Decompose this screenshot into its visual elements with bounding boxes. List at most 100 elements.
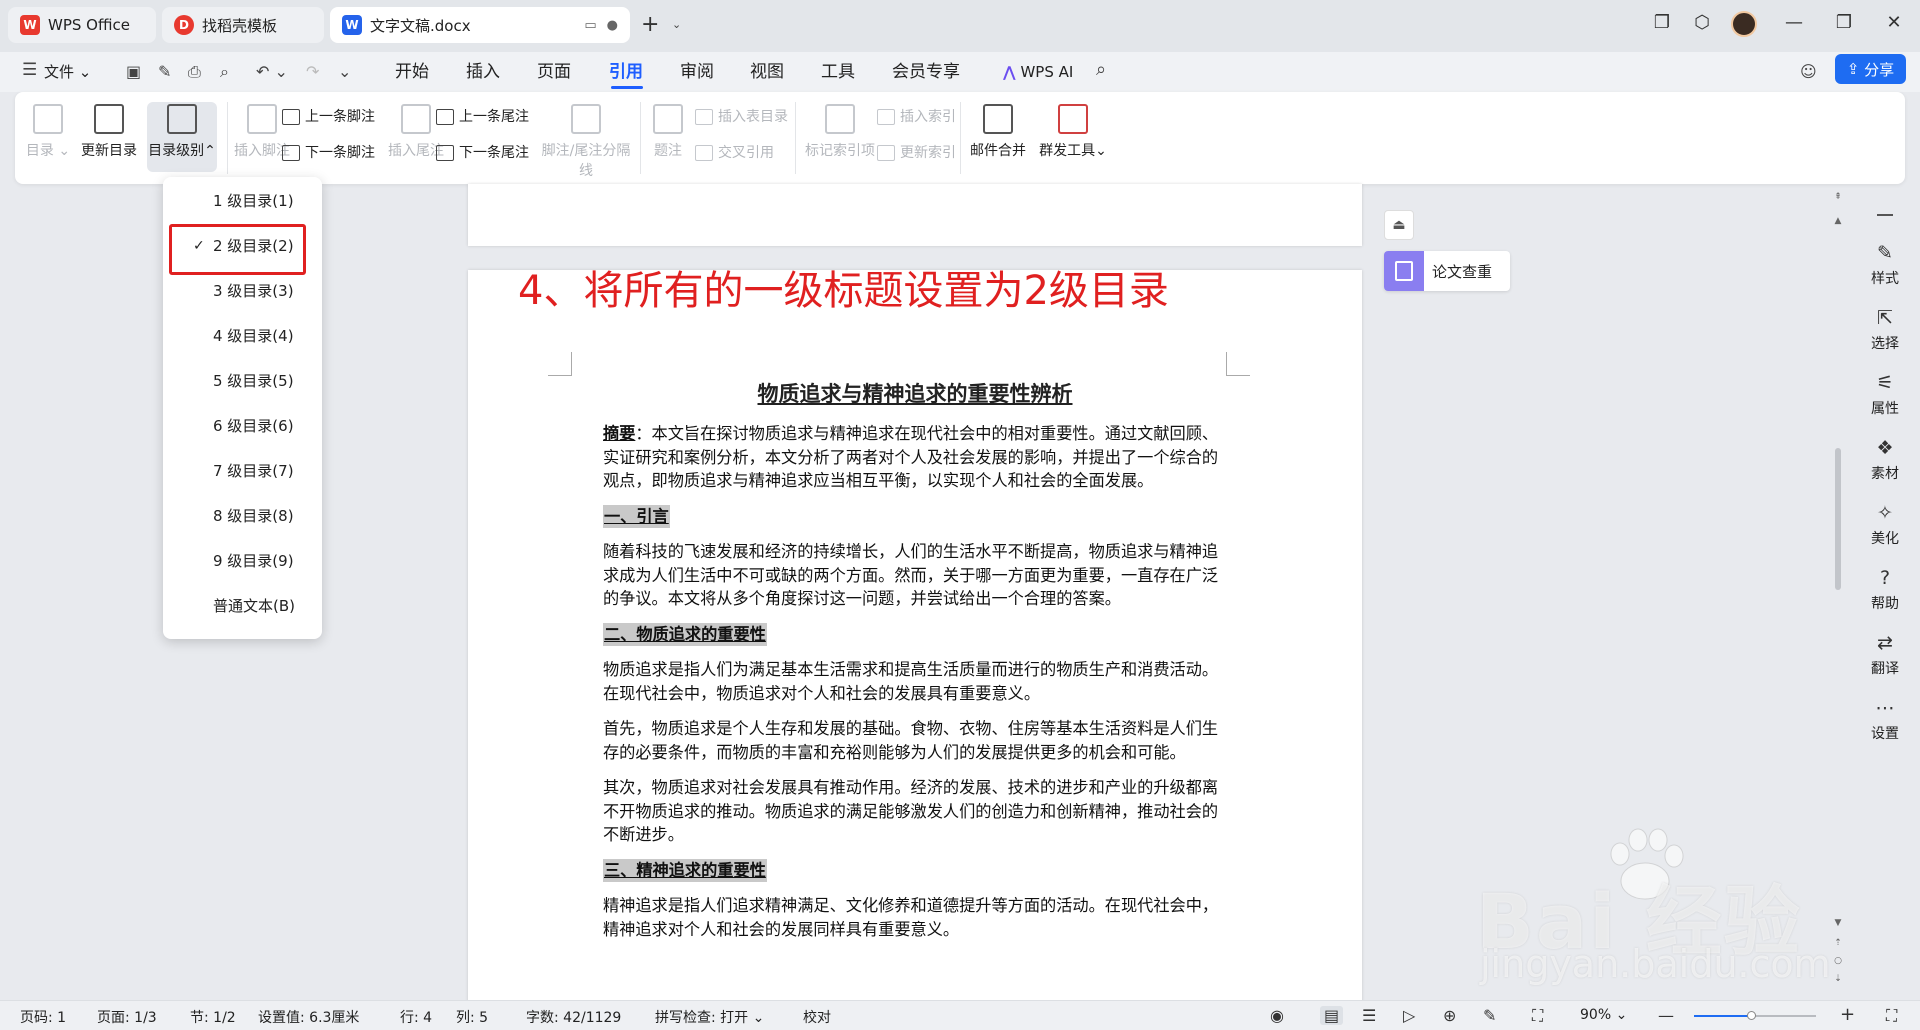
heading-3[interactable]: 三、精神追求的重要性 xyxy=(603,858,767,882)
bulk-tools-button[interactable]: 群发工具⌄ xyxy=(1035,102,1111,172)
search-icon[interactable]: ⌕ xyxy=(1096,59,1106,80)
status-page-number[interactable]: 页码: 1 xyxy=(20,1007,66,1027)
insert-table-toc-button[interactable]: 插入表目录 xyxy=(695,106,788,128)
update-toc-button[interactable]: 更新目录 xyxy=(74,102,144,172)
fit-page-icon[interactable]: ⛶ xyxy=(1532,1006,1543,1026)
prev-endnote-button[interactable]: 上一条尾注 xyxy=(436,106,529,128)
zoom-slider-handle[interactable] xyxy=(1747,1011,1756,1020)
sidebar-item-select[interactable]: ⇱ 选择 xyxy=(1850,307,1920,353)
chevron-down-icon[interactable]: ⌄ xyxy=(672,18,681,31)
tile-window-icon[interactable]: ❐ xyxy=(1648,12,1676,33)
dropdown-item-level-4[interactable]: 4 级目录(4) xyxy=(173,319,312,353)
status-word-count[interactable]: 字数: 42/1129 xyxy=(526,1007,621,1027)
next-endnote-button[interactable]: 下一条尾注 xyxy=(436,142,529,164)
heading-1[interactable]: 一、引言 xyxy=(603,504,670,528)
new-tab-button[interactable]: + xyxy=(641,12,659,37)
menu-view[interactable]: 视图 xyxy=(750,58,784,86)
menu-insert[interactable]: 插入 xyxy=(466,58,500,86)
play-icon[interactable]: ▷ xyxy=(1403,1006,1415,1025)
dropdown-item-level-9[interactable]: 9 级目录(9) xyxy=(173,544,312,578)
prev-footnote-button[interactable]: 上一条脚注 xyxy=(282,106,375,128)
pen-mode-icon[interactable]: ✎ xyxy=(1483,1006,1496,1025)
sidebar-item-settings[interactable]: ⋯ 设置 xyxy=(1850,697,1920,743)
menu-home[interactable]: 开始 xyxy=(395,58,429,86)
zoom-level[interactable]: 90% ⌄ xyxy=(1580,1007,1627,1023)
separator-button[interactable]: 脚注/尾注分隔线 xyxy=(535,102,637,179)
sidebar-item-style[interactable]: ✎ 样式 xyxy=(1850,242,1920,288)
minimize-icon[interactable]: — xyxy=(1780,12,1808,33)
fullscreen-icon[interactable]: ⛶ xyxy=(1886,1006,1897,1026)
status-row[interactable]: 行: 4 xyxy=(400,1007,432,1027)
caption-button[interactable]: 题注 xyxy=(645,102,691,172)
web-view-icon[interactable]: ⊕ xyxy=(1443,1006,1456,1025)
dropdown-item-level-2[interactable]: ✓ 2 级目录(2) xyxy=(173,229,312,263)
page-view-icon[interactable]: ▤ xyxy=(1320,1006,1344,1025)
update-index-button[interactable]: 更新索引 xyxy=(877,142,956,164)
hamburger-icon[interactable]: ☰ xyxy=(22,60,37,80)
browse-object-icon[interactable]: ○ xyxy=(1832,956,1844,966)
toc-level-button[interactable]: 目录级别⌃ xyxy=(147,102,217,172)
sidebar-item-properties[interactable]: ⚟ 属性 xyxy=(1850,372,1920,418)
more-chevron-icon[interactable]: ⌄ xyxy=(338,62,351,81)
share-button[interactable]: ⇪ 分享 xyxy=(1835,54,1906,84)
avatar[interactable] xyxy=(1731,11,1757,37)
save-icon[interactable]: ▣ xyxy=(126,62,141,81)
status-setting-value[interactable]: 设置值: 6.3厘米 xyxy=(258,1007,359,1027)
sidebar-item-translate[interactable]: ⇄ 翻译 xyxy=(1850,632,1920,678)
scroll-top-icon[interactable]: ⇞ xyxy=(1832,192,1844,202)
tab-document[interactable]: W 文字文稿.docx ▭ ● xyxy=(330,7,630,43)
menu-member[interactable]: 会员专享 xyxy=(892,58,960,86)
dropdown-item-level-7[interactable]: 7 级目录(7) xyxy=(173,454,312,488)
collapse-panel-button[interactable]: ⏏ xyxy=(1384,210,1414,240)
zoom-in-icon[interactable]: + xyxy=(1840,1004,1855,1025)
status-column[interactable]: 列: 5 xyxy=(456,1007,488,1027)
print-preview-icon[interactable]: ⌕ xyxy=(220,62,229,82)
proofread-button[interactable]: 校对 xyxy=(803,1007,831,1027)
sidebar-item-assets[interactable]: ❖ 素材 xyxy=(1850,437,1920,483)
dropdown-item-level-1[interactable]: 1 级目录(1) xyxy=(173,184,312,218)
cube-icon[interactable]: ⬡ xyxy=(1688,12,1716,33)
chat-icon[interactable]: ☺ xyxy=(1800,62,1817,81)
eye-protection-icon[interactable]: ◉ xyxy=(1270,1006,1284,1025)
plagiarism-check-card[interactable]: 论文查重 xyxy=(1384,251,1510,291)
dropdown-item-plain-text[interactable]: 普通文本(B) xyxy=(173,589,312,623)
restore-icon[interactable]: ❐ xyxy=(1830,12,1858,33)
scroll-up-icon[interactable]: ▲ xyxy=(1832,216,1844,226)
sidebar-item-help[interactable]: ? 帮助 xyxy=(1850,567,1920,613)
mail-merge-button[interactable]: 邮件合并 xyxy=(965,102,1031,172)
tab-docer-templates[interactable]: D 找稻壳模板 xyxy=(162,7,324,43)
toc-button[interactable]: 目录 ⌄ xyxy=(25,102,71,172)
next-page-icon[interactable]: ⇣ xyxy=(1832,974,1844,984)
document-page[interactable]: 物质追求与精神追求的重要性辨析 摘要：本文旨在探讨物质追求与精神追求在现代社会中… xyxy=(468,270,1362,1010)
redo-icon[interactable]: ↷ xyxy=(306,62,319,81)
spell-check-toggle[interactable]: 拼写检查: 打开 ⌄ xyxy=(655,1007,764,1027)
status-section[interactable]: 节: 1/2 xyxy=(190,1007,236,1027)
cross-reference-button[interactable]: 交叉引用 xyxy=(695,142,774,164)
sidebar-collapse-icon[interactable] xyxy=(1877,214,1893,216)
monitor-icon[interactable]: ▭ xyxy=(584,18,596,33)
format-painter-icon[interactable]: ✎ xyxy=(158,62,171,81)
mark-index-button[interactable]: 标记索引项 xyxy=(800,102,880,172)
menu-page[interactable]: 页面 xyxy=(537,58,571,86)
menu-references[interactable]: 引用 xyxy=(609,58,643,86)
vertical-scrollbar[interactable]: ⇞ ▲ ▼ ⇡ ○ ⇣ xyxy=(1832,190,1844,990)
next-footnote-button[interactable]: 下一条脚注 xyxy=(282,142,375,164)
print-icon[interactable]: ⎙ xyxy=(188,62,201,82)
scroll-down-icon[interactable]: ▼ xyxy=(1832,918,1844,928)
outline-view-icon[interactable]: ☰ xyxy=(1362,1006,1376,1025)
prev-page-icon[interactable]: ⇡ xyxy=(1832,938,1844,948)
insert-index-button[interactable]: 插入索引 xyxy=(877,106,956,128)
close-icon[interactable]: ✕ xyxy=(1880,12,1908,33)
heading-2[interactable]: 二、物质追求的重要性 xyxy=(603,622,767,646)
menu-tools[interactable]: 工具 xyxy=(821,58,855,86)
dropdown-item-level-5[interactable]: 5 级目录(5) xyxy=(173,364,312,398)
zoom-out-icon[interactable]: — xyxy=(1658,1006,1674,1025)
dropdown-item-level-3[interactable]: 3 级目录(3) xyxy=(173,274,312,308)
wps-ai-button[interactable]: ⋀ WPS AI xyxy=(1003,58,1073,86)
tab-wps-office[interactable]: W WPS Office xyxy=(8,7,156,43)
status-pages[interactable]: 页面: 1/3 xyxy=(97,1007,157,1027)
dropdown-item-level-8[interactable]: 8 级目录(8) xyxy=(173,499,312,533)
dropdown-item-level-6[interactable]: 6 级目录(6) xyxy=(173,409,312,443)
file-menu[interactable]: 文件 ⌄ xyxy=(44,58,91,86)
sidebar-item-beautify[interactable]: ✧ 美化 xyxy=(1850,502,1920,548)
